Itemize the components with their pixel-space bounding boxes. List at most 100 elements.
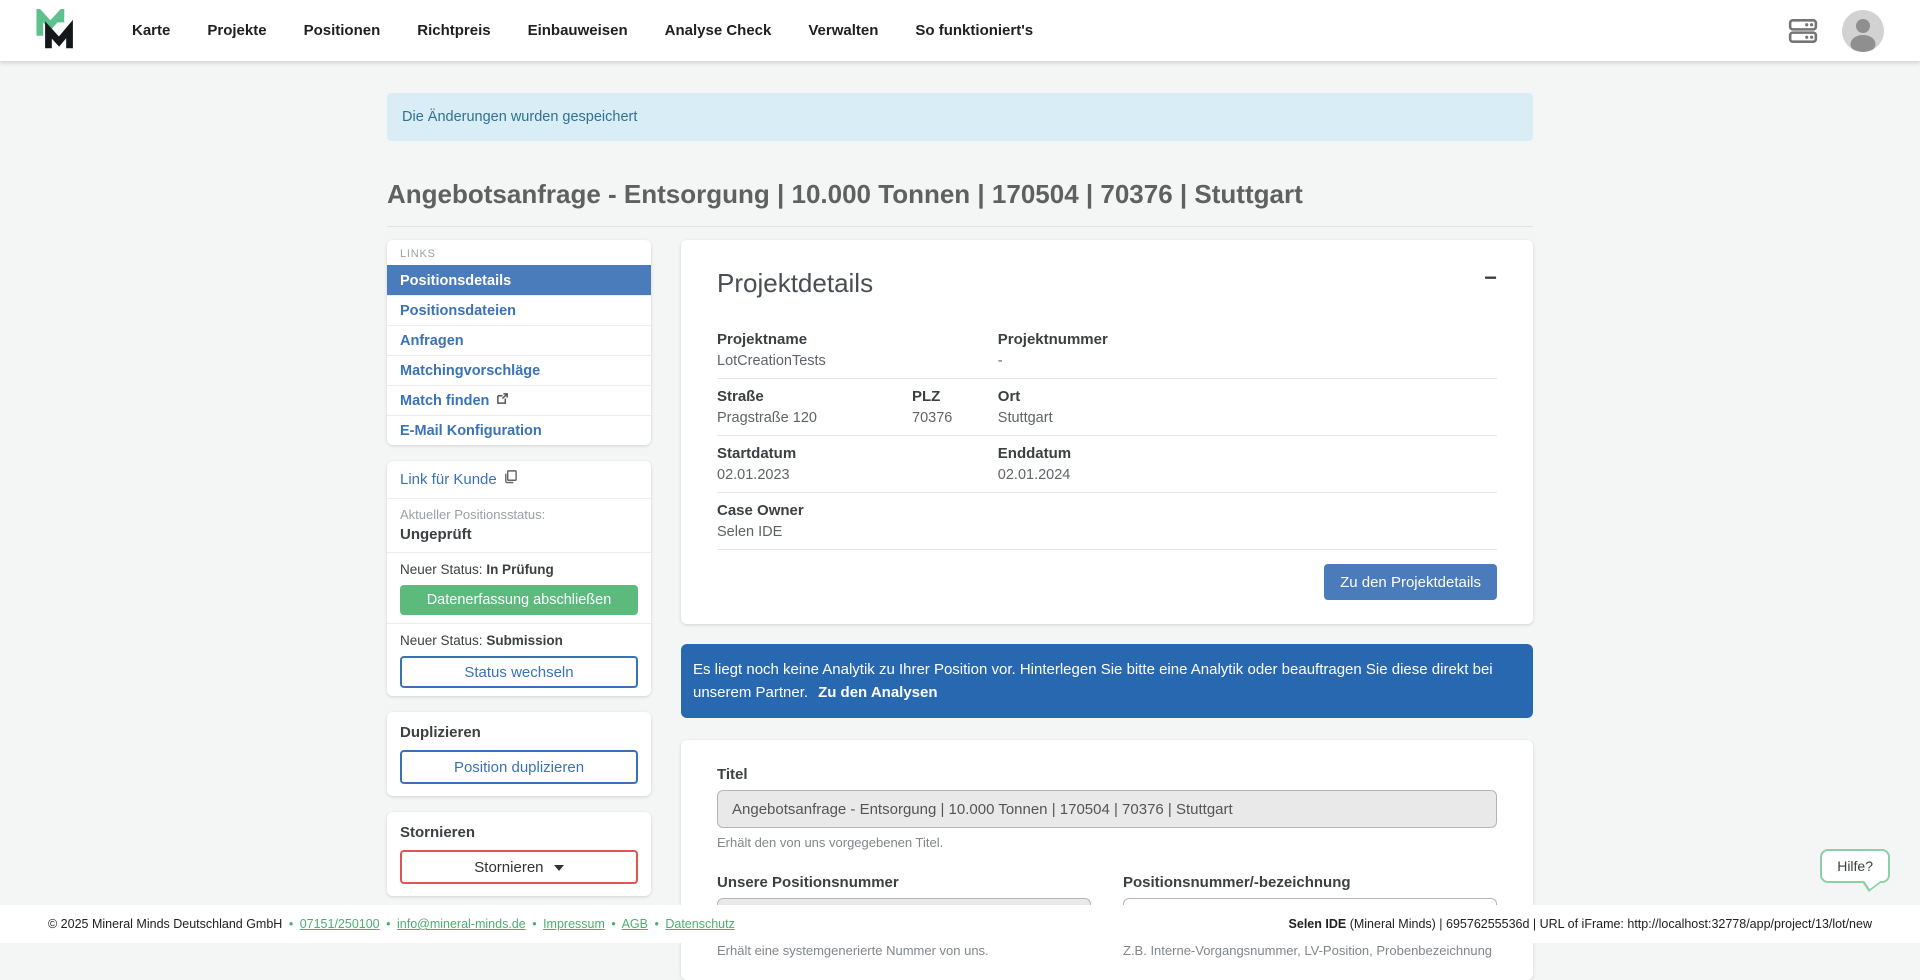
footer-user-details: (Mineral Minds) | 69576255536d | URL of …	[1346, 917, 1872, 931]
customer-link-label: Link für Kunde	[400, 470, 497, 490]
sidebar-item-positionsdateien[interactable]: Positionsdateien	[387, 295, 651, 325]
field-label: Ort	[998, 387, 1497, 406]
field-value: -	[998, 352, 1497, 370]
complete-data-entry-button[interactable]: Datenerfassung abschließen	[400, 585, 638, 615]
nav-item-karte[interactable]: Karte	[132, 22, 170, 39]
nav-item-einbauweisen[interactable]: Einbauweisen	[528, 22, 628, 39]
field-value: 70376	[912, 409, 998, 427]
footer-separator: •	[289, 917, 293, 931]
sidebar-item-email-konfiguration[interactable]: E-Mail Konfiguration	[387, 415, 651, 445]
our-position-number-label: Unsere Positionsnummer	[717, 874, 1091, 891]
position-form-card: Titel Erhält den von uns vorgegebenen Ti…	[681, 740, 1533, 980]
footer-session-info: Selen IDE (Mineral Minds) | 69576255536d…	[1289, 917, 1872, 931]
field-plz: PLZ 70376	[912, 387, 998, 427]
duplicate-position-button[interactable]: Position duplizieren	[400, 750, 638, 784]
sidebar-item-label: Anfragen	[400, 331, 464, 351]
caret-down-icon	[554, 865, 564, 871]
project-details-title: Projektdetails	[717, 268, 873, 298]
switch-status-button[interactable]: Status wechseln	[400, 656, 638, 688]
field-label: Startdatum	[717, 444, 998, 463]
navbar-actions	[1788, 10, 1884, 52]
project-details-card: Projektdetails − Projektname LotCreation…	[681, 240, 1533, 624]
current-status-label: Aktueller Positionsstatus:	[400, 507, 638, 523]
footer-left: © 2025 Mineral Minds Deutschland GmbH • …	[48, 917, 735, 931]
field-label: Enddatum	[998, 444, 1497, 463]
footer-user-name: Selen IDE	[1289, 917, 1347, 931]
footer-link-email[interactable]: info@mineral-minds.de	[397, 917, 526, 931]
footer-separator: •	[386, 917, 390, 931]
sidebar: LINKS Positionsdetails Positionsdateien …	[387, 240, 651, 912]
analytics-info-banner: Es liegt noch keine Analytik zu Ihrer Po…	[681, 644, 1533, 718]
field-label: PLZ	[912, 387, 998, 406]
nav-item-projekte[interactable]: Projekte	[207, 22, 266, 39]
page-container: Die Änderungen wurden gespeichert Angebo…	[387, 0, 1533, 980]
footer-separator: •	[611, 917, 615, 931]
cancel-card: Stornieren Stornieren	[387, 812, 651, 896]
customer-link[interactable]: Link für Kunde	[400, 469, 518, 490]
footer-link-phone[interactable]: 07151/250100	[300, 917, 380, 931]
field-label: Projektname	[717, 330, 998, 349]
duplicate-card: Duplizieren Position duplizieren	[387, 712, 651, 796]
footer-link-datenschutz[interactable]: Datenschutz	[665, 917, 734, 931]
sidebar-item-label: E-Mail Konfiguration	[400, 421, 542, 441]
field-value: Selen IDE	[717, 523, 1497, 541]
sidebar-item-matchingvorschlaege[interactable]: Matchingvorschläge	[387, 355, 651, 385]
main-column: Projektdetails − Projektname LotCreation…	[681, 240, 1533, 980]
position-number-help: Z.B. Interne-Vorgangsnummer, LV-Position…	[1123, 943, 1497, 958]
title-field-input	[717, 790, 1497, 828]
nav-item-verwalten[interactable]: Verwalten	[808, 22, 878, 39]
sidebar-item-label: Matchingvorschläge	[400, 361, 540, 381]
field-label: Case Owner	[717, 501, 1497, 520]
nav-item-positionen[interactable]: Positionen	[304, 22, 381, 39]
field-enddatum: Enddatum 02.01.2024	[998, 444, 1497, 484]
field-value: LotCreationTests	[717, 352, 998, 370]
project-details-grid: Projektname LotCreationTests Projektnumm…	[717, 322, 1497, 550]
field-case-owner: Case Owner Selen IDE	[717, 501, 1497, 541]
title-field-label: Titel	[717, 766, 1497, 783]
title-field-help: Erhält den von uns vorgegebenen Titel.	[717, 835, 1497, 850]
nav-item-so-funktionierts[interactable]: So funktioniert's	[915, 22, 1033, 39]
cancel-card-title: Stornieren	[400, 824, 638, 841]
analytics-banner-text: Es liegt noch keine Analytik zu Ihrer Po…	[693, 661, 1493, 701]
nav-item-richtpreis[interactable]: Richtpreis	[417, 22, 490, 39]
field-value: Stuttgart	[998, 409, 1497, 427]
footer-separator: •	[532, 917, 536, 931]
field-strasse: Straße Pragstraße 120	[717, 387, 912, 427]
field-value: Pragstraße 120	[717, 409, 912, 427]
server-stack-icon[interactable]	[1788, 18, 1818, 44]
footer: © 2025 Mineral Minds Deutschland GmbH • …	[0, 905, 1920, 943]
duplicate-card-title: Duplizieren	[400, 724, 638, 741]
field-label: Straße	[717, 387, 912, 406]
go-to-analyses-link[interactable]: Zu den Analysen	[818, 684, 937, 701]
footer-link-agb[interactable]: AGB	[622, 917, 648, 931]
field-label: Projektnummer	[998, 330, 1497, 349]
new-status-prefix: Neuer Status:	[400, 562, 483, 577]
help-button[interactable]: Hilfe?	[1820, 849, 1890, 883]
new-status-2-value: Submission	[486, 633, 563, 648]
sidebar-item-anfragen[interactable]: Anfragen	[387, 325, 651, 355]
sidebar-item-positionsdetails[interactable]: Positionsdetails	[387, 265, 651, 295]
new-status-2: Neuer Status: Submission	[400, 632, 638, 649]
go-to-project-details-button[interactable]: Zu den Projektdetails	[1324, 564, 1497, 600]
content-layout: LINKS Positionsdetails Positionsdateien …	[387, 240, 1533, 980]
our-position-number-help: Erhält eine systemgenerierte Nummer von …	[717, 943, 1091, 958]
cancel-dropdown-label: Stornieren	[474, 859, 543, 876]
page-title: Angebotsanfrage - Entsorgung | 10.000 To…	[387, 179, 1533, 227]
field-value: 02.01.2023	[717, 466, 998, 484]
new-status-1-value: In Prüfung	[486, 562, 554, 577]
main-nav: Karte Projekte Positionen Richtpreis Ein…	[132, 22, 1033, 39]
sidebar-item-match-finden[interactable]: Match finden	[387, 385, 651, 415]
mineral-minds-logo-icon	[36, 9, 82, 53]
new-status-prefix: Neuer Status:	[400, 633, 483, 648]
collapse-icon[interactable]: −	[1484, 268, 1497, 288]
status-card: Link für Kunde Aktueller Positionsstatus…	[387, 461, 651, 696]
user-avatar[interactable]	[1842, 10, 1884, 52]
success-alert-text: Die Änderungen wurden gespeichert	[402, 109, 637, 125]
new-status-1: Neuer Status: In Prüfung	[400, 561, 638, 578]
field-value: 02.01.2024	[998, 466, 1497, 484]
field-startdatum: Startdatum 02.01.2023	[717, 444, 998, 484]
cancel-dropdown-button[interactable]: Stornieren	[400, 850, 638, 884]
footer-link-impressum[interactable]: Impressum	[543, 917, 605, 931]
footer-separator: •	[654, 917, 658, 931]
nav-item-analyse-check[interactable]: Analyse Check	[665, 22, 772, 39]
